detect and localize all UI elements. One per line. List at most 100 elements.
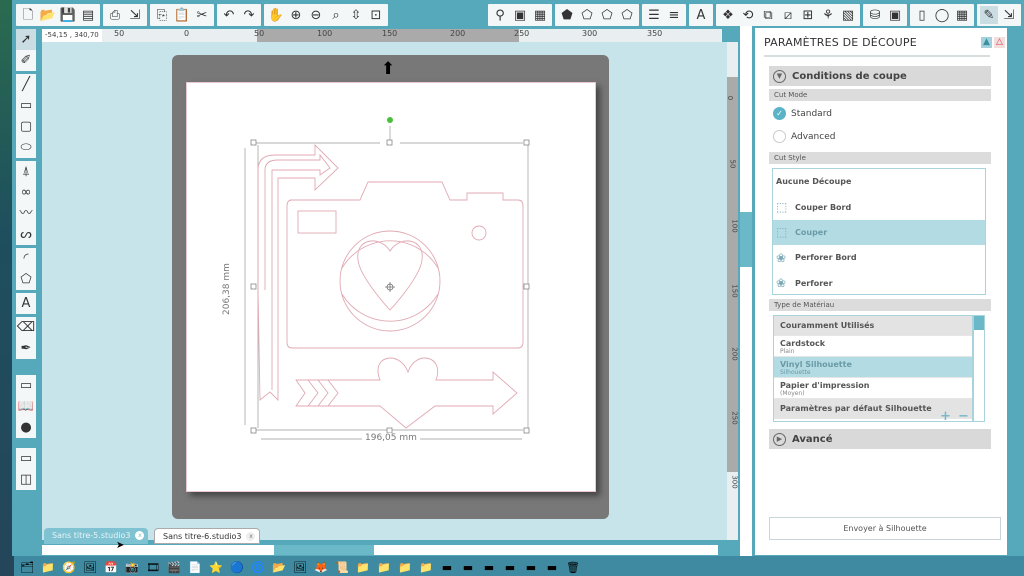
dock-app-icon[interactable]: ▬: [522, 559, 540, 575]
dock-app-icon[interactable]: 🖼: [291, 559, 309, 575]
select-tool-icon[interactable]: ➚: [16, 29, 36, 50]
shadow-icon[interactable]: ⬠: [598, 6, 616, 24]
material-item[interactable]: Cardstock Plain: [774, 336, 972, 357]
smooth-freehand-tool-icon[interactable]: ᔕ: [16, 224, 36, 245]
material-item[interactable]: Papier d'impression (Moyen): [774, 378, 972, 399]
dock-app-icon[interactable]: ▬: [480, 559, 498, 575]
trace-icon[interactable]: ▧: [839, 6, 857, 24]
line-color-icon[interactable]: ⬟: [558, 6, 576, 24]
line-style-icon[interactable]: ⬠: [578, 6, 596, 24]
pan-hand-icon[interactable]: ✋: [267, 6, 285, 24]
dock-app-icon[interactable]: ▬: [438, 559, 456, 575]
style-perforate-edge[interactable]: ❀ Perforer Bord: [773, 245, 985, 270]
dock-app-icon[interactable]: 📅: [102, 559, 120, 575]
gradient-icon[interactable]: ▣: [511, 6, 529, 24]
modify-icon[interactable]: ⚘: [819, 6, 837, 24]
rounded-rectangle-tool-icon[interactable]: ▢: [16, 116, 36, 137]
split-view-icon[interactable]: ◫: [16, 469, 36, 490]
fill-pattern-icon[interactable]: ▦: [531, 6, 549, 24]
text-style-icon[interactable]: A: [692, 6, 710, 24]
align-icon[interactable]: ⊞: [799, 6, 817, 24]
save-icon[interactable]: 💾: [59, 6, 77, 24]
fit-to-window-icon[interactable]: ⊡: [367, 6, 385, 24]
warning-icon[interactable]: △: [994, 37, 1005, 48]
remove-material-button[interactable]: −: [958, 409, 969, 424]
dock-app-icon[interactable]: ▬: [501, 559, 519, 575]
dock-app-icon[interactable]: 📂: [270, 559, 288, 575]
send-to-cutter-icon[interactable]: ⇲: [126, 6, 144, 24]
grid-icon[interactable]: ▦: [953, 6, 971, 24]
style-cut-edge[interactable]: ⬚ Couper Bord: [773, 194, 985, 219]
rotation-handle[interactable]: [387, 117, 393, 123]
cut-settings-icon[interactable]: ✎: [980, 6, 998, 24]
design-page-icon[interactable]: ▭: [16, 375, 36, 396]
store-icon[interactable]: ⛁: [866, 6, 884, 24]
eraser-tool-icon[interactable]: ⌫: [16, 317, 36, 338]
style-perforate[interactable]: ❀ Perforer: [773, 271, 985, 296]
paste-icon[interactable]: 📋: [173, 6, 191, 24]
scale-icon[interactable]: ⧉: [759, 6, 777, 24]
polygon-tool-icon[interactable]: ⍋: [16, 161, 36, 182]
dock-app-icon[interactable]: 🎬: [165, 559, 183, 575]
drag-zoom-icon[interactable]: ⇳: [347, 6, 365, 24]
zoom-out-icon[interactable]: ⊖: [307, 6, 325, 24]
send-panel-icon[interactable]: ⇲: [1000, 6, 1018, 24]
new-document-icon[interactable]: 🗋: [19, 6, 37, 24]
page-settings-icon[interactable]: ▯: [913, 6, 931, 24]
replicate-icon[interactable]: ❖: [719, 6, 737, 24]
cut-icon[interactable]: ✂: [193, 6, 211, 24]
dock-app-icon[interactable]: 📁: [396, 559, 414, 575]
online-store-icon[interactable]: ●: [16, 417, 36, 438]
dock-app-icon[interactable]: 🎞: [144, 559, 162, 575]
shear-icon[interactable]: ⧄: [779, 6, 797, 24]
dock-app-icon[interactable]: ▬: [543, 559, 561, 575]
panel-scrollbar[interactable]: [740, 26, 752, 556]
material-item[interactable]: Vinyl Silhouette Silhouette: [774, 357, 972, 378]
cut-mode-standard[interactable]: ✓ Standard: [773, 107, 832, 120]
rotate-icon[interactable]: ⟲: [739, 6, 757, 24]
close-tab-icon[interactable]: x: [246, 532, 256, 541]
cut-mode-advanced[interactable]: Advanced: [773, 130, 835, 143]
conditions-section-header[interactable]: ▼ Conditions de coupe: [769, 66, 991, 86]
dock-app-icon[interactable]: 📁: [417, 559, 435, 575]
copy-icon[interactable]: ⎘: [153, 6, 171, 24]
dock-app-icon[interactable]: 📁: [354, 559, 372, 575]
dock-app-icon[interactable]: 📁: [375, 559, 393, 575]
redo-icon[interactable]: ↷: [240, 6, 258, 24]
knife-tool-icon[interactable]: ✒: [16, 338, 36, 359]
dock-app-icon[interactable]: 🌀: [249, 559, 267, 575]
arc-tool-icon[interactable]: ◜: [16, 248, 36, 269]
design-artwork[interactable]: [230, 110, 550, 450]
close-tab-icon[interactable]: x: [135, 531, 145, 540]
ellipse-tool-icon[interactable]: ⬭: [16, 137, 36, 158]
dock-app-icon[interactable]: 📸: [123, 559, 141, 575]
regular-polygon-tool-icon[interactable]: ⬠: [16, 269, 36, 290]
dock-app-icon[interactable]: 🦊: [312, 559, 330, 575]
advanced-section-header[interactable]: ▶ Avancé: [769, 429, 991, 449]
save-library-icon[interactable]: ▤: [79, 6, 97, 24]
curve-tool-icon[interactable]: ∞: [16, 182, 36, 203]
print-icon[interactable]: ⎙: [106, 6, 124, 24]
send-to-silhouette-button[interactable]: Envoyer à Silhouette: [769, 517, 1001, 540]
style-no-cut[interactable]: Aucune Découpe: [773, 169, 985, 194]
dock-app-icon[interactable]: ⭐: [207, 559, 225, 575]
add-material-button[interactable]: +: [940, 409, 951, 424]
document-tab-active[interactable]: Sans titre-6.studio3 x: [154, 528, 261, 544]
freehand-tool-icon[interactable]: 〰: [16, 203, 36, 224]
zoom-select-icon[interactable]: ⌕: [327, 6, 345, 24]
edit-points-icon[interactable]: ✐: [16, 50, 36, 71]
collapse-panel-icon[interactable]: ▲: [981, 37, 992, 48]
dock-app-icon[interactable]: 🔵: [228, 559, 246, 575]
zoom-in-icon[interactable]: ⊕: [287, 6, 305, 24]
dock-app-icon[interactable]: 📜: [333, 559, 351, 575]
rectangle-tool-icon[interactable]: ▭: [16, 95, 36, 116]
material-category[interactable]: Couramment Utilisés: [774, 316, 972, 336]
dock-app-icon[interactable]: 📁: [39, 559, 57, 575]
horizontal-scrollbar[interactable]: [42, 545, 718, 555]
material-list-scrollbar[interactable]: [973, 315, 985, 422]
dock-app-icon[interactable]: 🖼: [81, 559, 99, 575]
line-tool-icon[interactable]: ╱: [16, 74, 36, 95]
undo-icon[interactable]: ↶: [220, 6, 238, 24]
dock-app-icon[interactable]: 📄: [186, 559, 204, 575]
registration-marks-icon[interactable]: ◯: [933, 6, 951, 24]
